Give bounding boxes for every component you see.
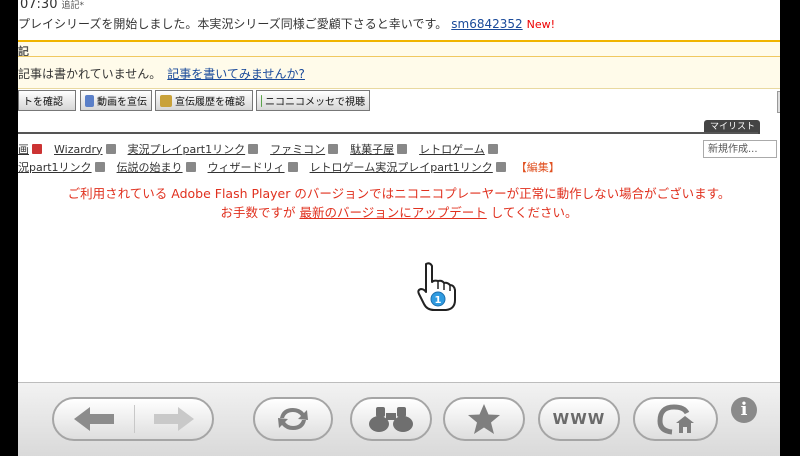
- video-description: 07:30 追記* プレイシリーズを開始しました。本実況シリーズ同様ご愛顧下さると…: [18, 0, 780, 40]
- info-icon[interactable]: i: [731, 397, 757, 423]
- player-number: 1: [435, 295, 442, 306]
- article-message: 記事は書かれていません。 記事を書いてみませんか?: [18, 65, 305, 82]
- tag-item[interactable]: レトロゲーム実況プレイpart1リンク: [310, 159, 506, 175]
- check-button-label: トを確認: [23, 97, 63, 108]
- promote-video-button[interactable]: 動画を宣伝: [80, 90, 152, 111]
- dictionary-icon: [185, 162, 196, 172]
- back-button[interactable]: [54, 399, 134, 439]
- star-icon: [468, 404, 500, 434]
- refresh-icon: [278, 408, 308, 430]
- dictionary-icon: [328, 144, 339, 154]
- video-action-buttons: トを確認 動画を宣伝 宣伝履歴を確認 ニコニコメッセで視聴: [18, 90, 780, 114]
- article-divider: [18, 56, 780, 57]
- tag-row-2: 況part1リンク 伝説の始まり ウィザードリィ レトロゲーム実況プレイpart…: [18, 159, 560, 175]
- description-line: プレイシリーズを開始しました。本実況シリーズ同様ご愛顧下さると幸いです。 sm68…: [18, 15, 555, 32]
- binoculars-icon: [369, 407, 413, 432]
- tag-item[interactable]: 画: [18, 141, 42, 157]
- dictionary-icon: [248, 144, 259, 154]
- home-button[interactable]: [633, 397, 718, 441]
- encyclopedia-article-box: 記 記事は書かれていません。 記事を書いてみませんか?: [18, 40, 780, 89]
- tag-label: 駄菓子屋: [350, 143, 395, 156]
- time-value: 07:30: [20, 0, 58, 12]
- check-button[interactable]: トを確認: [18, 90, 76, 111]
- flash-update-link[interactable]: 最新のバージョンにアップデート: [299, 205, 486, 220]
- tag-item[interactable]: 伝説の始まり: [117, 159, 196, 175]
- lock-icon: [32, 144, 42, 154]
- search-button[interactable]: [350, 397, 432, 441]
- notice-line-1: ご利用されている Adobe Flash Player のバージョンではニコニコ…: [67, 186, 731, 201]
- address-button[interactable]: WWW: [538, 397, 620, 441]
- dictionary-icon: [287, 162, 298, 172]
- tag-edit-link[interactable]: 【編集】: [516, 159, 560, 175]
- tag-item[interactable]: Wizardry: [54, 143, 116, 156]
- back-forward-buttons: [52, 397, 214, 441]
- tag-label: 実況プレイpart1リンク: [127, 143, 246, 156]
- mylist-select[interactable]: 新規作成...: [703, 140, 777, 158]
- new-badge: New!: [526, 18, 556, 31]
- description-text: プレイシリーズを開始しました。本実況シリーズ同様ご愛顧下さると幸いです。: [18, 17, 448, 31]
- side-scroll-stub[interactable]: [777, 91, 780, 113]
- reload-button[interactable]: [253, 397, 333, 441]
- home-icon: [657, 404, 694, 435]
- tag-label: レトロゲーム実況プレイpart1リンク: [309, 161, 493, 174]
- article-empty-text: 記事は書かれていません。: [18, 67, 162, 81]
- time-suffix: 追記*: [61, 1, 84, 11]
- tag-divider: [18, 132, 758, 134]
- dictionary-icon: [105, 144, 116, 154]
- favorites-button[interactable]: [443, 397, 525, 441]
- tag-row-1: 画 Wizardry 実況プレイpart1リンク ファミコン 駄菓子屋 レトロゲ…: [18, 141, 502, 157]
- tag-item[interactable]: ウィザードリィ: [208, 159, 298, 175]
- tag-item[interactable]: ファミコン: [270, 141, 339, 157]
- dictionary-icon: [94, 162, 105, 172]
- tag-item[interactable]: 駄菓子屋: [350, 141, 408, 157]
- promotion-history-button[interactable]: 宣伝履歴を確認: [155, 90, 253, 111]
- nicomesse-button[interactable]: ニコニコメッセで視聴: [256, 90, 370, 111]
- dictionary-icon: [495, 162, 506, 172]
- browser-viewport: 07:30 追記* プレイシリーズを開始しました。本実況シリーズ同様ご愛顧下さると…: [18, 0, 780, 456]
- update-time: 07:30 追記*: [20, 0, 84, 12]
- tag-label: レトロゲーム: [419, 143, 485, 156]
- write-article-link[interactable]: 記事を書いてみませんか?: [167, 67, 305, 81]
- tag-label: ウィザードリィ: [207, 161, 285, 174]
- promote-video-label: 動画を宣伝: [97, 97, 147, 108]
- arrow-left-icon: [74, 407, 114, 431]
- film-icon: [85, 94, 94, 107]
- notice-line-2: お手数ですが 最新のバージョンにアップデート してください。: [18, 203, 780, 222]
- promotion-history-label: 宣伝履歴を確認: [175, 97, 245, 108]
- tag-label: 画: [18, 143, 29, 156]
- tag-label: Wizardry: [54, 142, 103, 156]
- tag-label: 況part1リンク: [18, 161, 92, 174]
- history-icon: [160, 94, 172, 107]
- flash-update-notice: ご利用されている Adobe Flash Player のバージョンではニコニコ…: [18, 184, 780, 222]
- notice-suffix: してください。: [490, 205, 578, 220]
- dictionary-icon: [487, 144, 498, 154]
- nicomesse-label: ニコニコメッセで視聴: [265, 97, 365, 108]
- tag-item[interactable]: 実況プレイpart1リンク: [128, 141, 259, 157]
- notice-prefix: お手数ですが: [220, 205, 296, 220]
- tag-label: ファミコン: [270, 143, 326, 156]
- users-icon: [261, 94, 262, 107]
- tag-item[interactable]: レトロゲーム: [419, 141, 498, 157]
- wii-pointer-hand-icon: 1: [417, 262, 456, 311]
- forward-button[interactable]: [135, 399, 213, 439]
- arrow-right-icon: [154, 407, 194, 431]
- browser-toolbar: WWW i: [18, 382, 780, 456]
- tag-label: 伝説の始まり: [116, 161, 183, 174]
- video-link[interactable]: sm6842352: [451, 17, 522, 31]
- www-label: WWW: [552, 410, 606, 428]
- dictionary-icon: [397, 144, 408, 154]
- tag-item[interactable]: 況part1リンク: [18, 159, 105, 175]
